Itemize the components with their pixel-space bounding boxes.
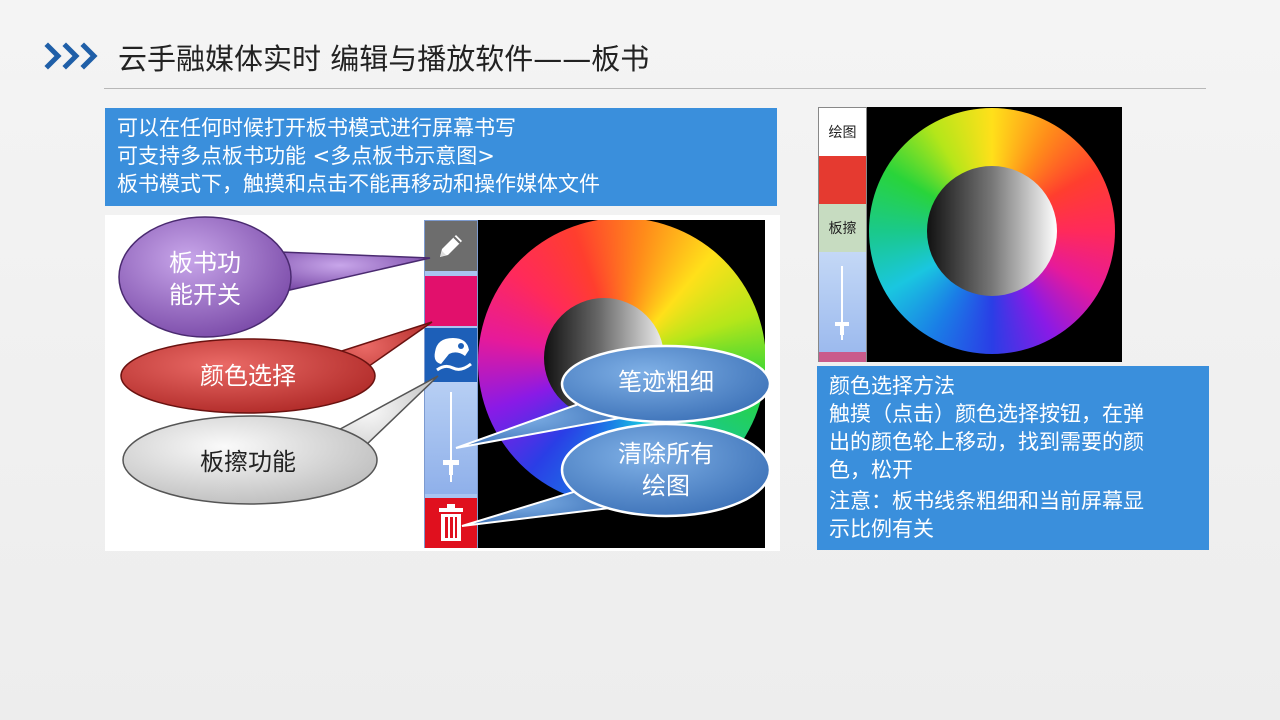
callout-stroke-width-label: 笔迹粗细 — [618, 368, 714, 396]
callout-line: 绘图 — [642, 472, 690, 500]
help-text-box: 颜色选择方法 触摸（点击）颜色选择按钮，在弹 出的颜色轮上移动，找到需要的颜 色… — [817, 366, 1209, 550]
callout-line: 清除所有 — [618, 440, 714, 468]
erase-button[interactable]: 板擦 — [819, 204, 866, 252]
toolbar-edge — [819, 352, 866, 362]
callout-line: 板书功 — [169, 249, 241, 277]
callout-pen-toggle-label: 板书功 能开关 — [150, 247, 260, 311]
draw-button[interactable]: 绘图 — [819, 108, 866, 156]
callout-line: 能开关 — [169, 281, 241, 309]
callout-eraser-label: 板擦功能 — [200, 448, 296, 476]
grayscale-center[interactable] — [927, 166, 1057, 296]
stroke-width-slider[interactable] — [819, 252, 866, 352]
help-title: 颜色选择方法 — [829, 374, 955, 398]
help-line: 色，松开 — [829, 458, 913, 482]
help-line: 出的颜色轮上移动，找到需要的颜 — [829, 430, 1144, 454]
help-line: 触摸（点击）颜色选择按钮，在弹 — [829, 402, 1144, 426]
selected-color-button[interactable] — [819, 156, 866, 204]
callout-clear-all-label: 清除所有 绘图 — [596, 438, 736, 502]
callout-color-select-label: 颜色选择 — [200, 362, 296, 390]
note-line: 注意：板书线条粗细和当前屏幕显 — [829, 489, 1144, 513]
slider-icon — [835, 266, 849, 340]
note-line: 示比例有关 — [829, 517, 934, 541]
